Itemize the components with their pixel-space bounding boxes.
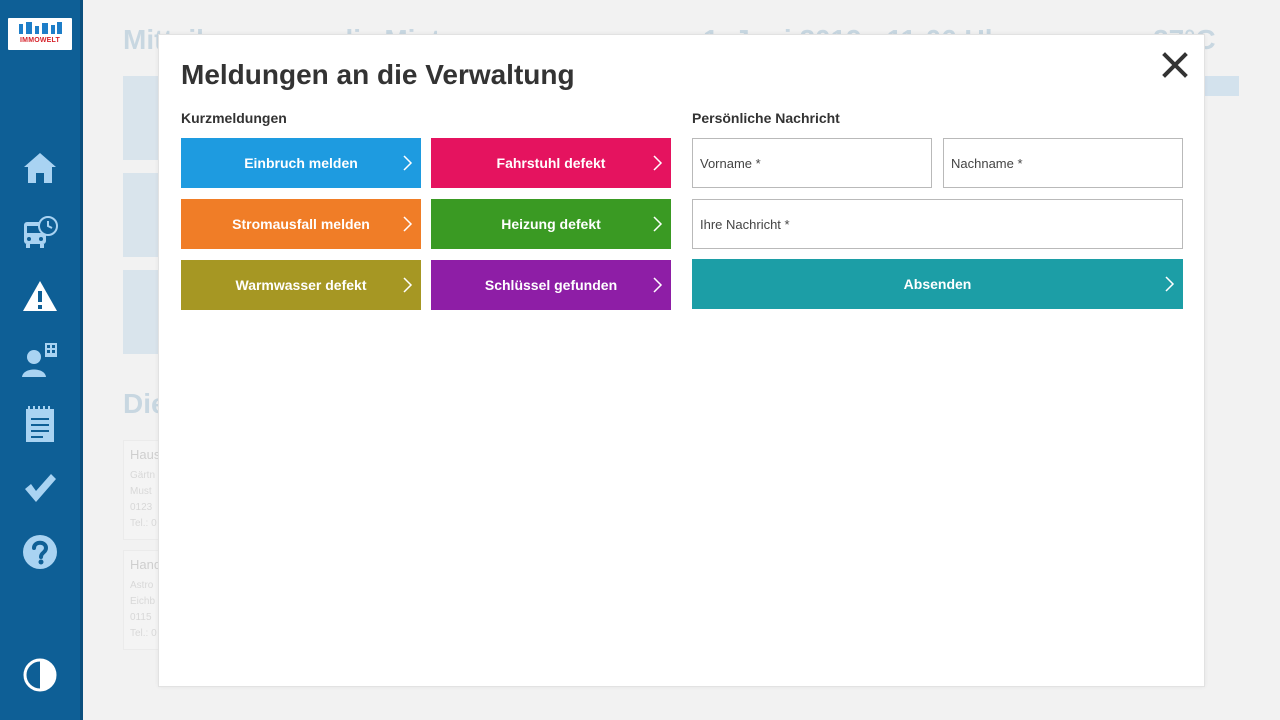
transit-schedule-icon (24, 216, 58, 248)
nav-warning[interactable] (20, 276, 60, 316)
warning-icon (23, 281, 57, 311)
key-found-button[interactable]: Schlüssel gefunden (431, 260, 671, 310)
background-tile (123, 270, 163, 354)
home-icon (24, 153, 56, 183)
card-title: Haus (130, 447, 161, 462)
sidebar: IMMOWELT (0, 0, 80, 720)
background-card: Hand Astro Eichb 0115 Tel.: 0 (123, 550, 163, 650)
last-name-placeholder: Nachname * (951, 155, 1023, 171)
nav-tasks[interactable] (20, 468, 60, 508)
last-name-field[interactable]: Nachname * (943, 138, 1183, 188)
chevron-right-icon (403, 155, 413, 171)
notepad-icon (26, 406, 54, 442)
button-label: Absenden (903, 276, 972, 292)
background-tile (123, 173, 163, 257)
chevron-right-icon (653, 277, 663, 293)
message-field[interactable]: Ihre Nachricht * (692, 199, 1183, 249)
nav-contact[interactable] (20, 340, 60, 380)
close-icon (1162, 52, 1188, 78)
sidebar-edge (80, 0, 83, 720)
close-button[interactable] (1157, 47, 1193, 83)
button-label: Stromausfall melden (232, 216, 370, 232)
buildings-icon (19, 22, 62, 34)
background-tile (123, 76, 163, 160)
dialog-title: Meldungen an die Verwaltung (181, 59, 575, 90)
message-placeholder: Ihre Nachricht * (700, 216, 790, 232)
report-dialog: Meldungen an die Verwaltung Kurzmeldunge… (158, 34, 1205, 687)
chevron-right-icon (653, 216, 663, 232)
background-card: Haus Gärtn Must 0123 Tel.: 0 (123, 440, 163, 540)
contrast-icon (23, 658, 57, 692)
chevron-right-icon (403, 277, 413, 293)
chevron-right-icon (653, 155, 663, 171)
card-line: 0123 (130, 502, 153, 513)
card-line: Tel.: 0 (130, 628, 157, 639)
chevron-right-icon (403, 216, 413, 232)
button-label: Warmwasser defekt (235, 277, 367, 293)
heating-broken-button[interactable]: Heizung defekt (431, 199, 671, 249)
card-line: Eichb (130, 596, 156, 607)
report-burglary-button[interactable]: Einbruch melden (181, 138, 421, 188)
button-label: Schlüssel gefunden (484, 277, 618, 293)
nav-home[interactable] (20, 148, 60, 188)
card-line: Must (130, 486, 152, 497)
card-title: Hand (130, 557, 162, 572)
nav-help[interactable] (20, 532, 60, 572)
card-line: Gärtn (130, 470, 156, 481)
contrast-toggle[interactable] (20, 655, 60, 695)
help-icon (23, 535, 57, 569)
contact-person-icon (22, 343, 57, 377)
nav-notepad[interactable] (20, 404, 60, 444)
hot-water-broken-button[interactable]: Warmwasser defekt (181, 260, 421, 310)
submit-button[interactable]: Absenden (692, 259, 1183, 309)
personal-message-label: Persönliche Nachricht (692, 110, 840, 126)
app-logo[interactable]: IMMOWELT (8, 18, 72, 50)
checkmark-icon (25, 474, 56, 502)
first-name-placeholder: Vorname * (700, 155, 761, 171)
first-name-field[interactable]: Vorname * (692, 138, 932, 188)
button-label: Einbruch melden (244, 155, 358, 171)
report-power-outage-button[interactable]: Stromausfall melden (181, 199, 421, 249)
quick-reports-label: Kurzmeldungen (181, 110, 287, 126)
logo-text: IMMOWELT (20, 37, 60, 44)
chevron-right-icon (1165, 276, 1175, 292)
elevator-broken-button[interactable]: Fahrstuhl defekt (431, 138, 671, 188)
card-line: 0115 (130, 612, 152, 623)
button-label: Heizung defekt (501, 216, 601, 232)
button-label: Fahrstuhl defekt (496, 155, 606, 171)
nav-transit[interactable] (20, 212, 60, 252)
card-line: Tel.: 0 (130, 518, 157, 529)
card-line: Astro (130, 580, 154, 591)
